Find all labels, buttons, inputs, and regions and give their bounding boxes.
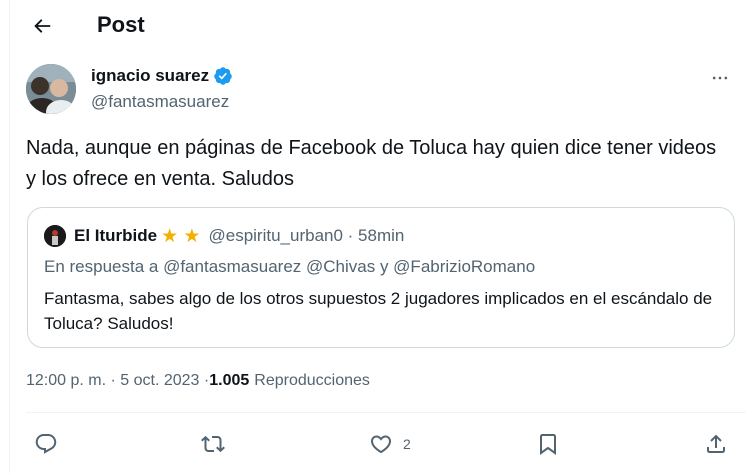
left-border: [9, 0, 10, 473]
post-header: Post: [10, 0, 755, 52]
repost-icon: [201, 435, 225, 453]
share-icon: [707, 434, 725, 453]
quote-avatar[interactable]: [44, 225, 66, 247]
post-meta: 12:00 p. m. · 5 oct. 2023 · 1.005 Reprod…: [26, 372, 370, 390]
back-button[interactable]: [26, 10, 58, 42]
bookmark-button[interactable]: [536, 424, 560, 464]
quote-author-name[interactable]: El Iturbide: [74, 226, 157, 246]
author-handle[interactable]: @fantasmasuarez: [91, 92, 229, 112]
quote-star-badges: ★ ★: [161, 225, 201, 247]
reply-button[interactable]: [34, 424, 58, 464]
more-options-button[interactable]: [708, 66, 732, 90]
post-author: ignacio suarez @fantasmasuarez: [26, 64, 746, 116]
avatar-photo-icon: [26, 64, 76, 114]
repost-button[interactable]: [201, 424, 225, 464]
post-text: Nada, aunque en páginas de Facebook de T…: [26, 137, 717, 190]
reply-icon: [35, 434, 57, 454]
more-dots-icon: [712, 76, 728, 80]
page-title: Post: [97, 12, 145, 37]
quote-avatar-photo-icon: [44, 225, 66, 247]
quote-handle-time: @espiritu_urban0 · 58min: [208, 226, 405, 245]
like-count: 2: [403, 436, 411, 452]
views-count: 1.005: [209, 372, 250, 389]
author-name[interactable]: ignacio suarez: [91, 66, 209, 86]
back-arrow-icon: [34, 19, 51, 33]
post-timestamp[interactable]: 12:00 p. m. · 5 oct. 2023 ·: [26, 372, 209, 390]
divider: [26, 412, 746, 413]
heart-icon: [370, 435, 392, 454]
quote-text: Fantasma, sabes algo de los otros supues…: [44, 289, 713, 333]
avatar[interactable]: [26, 64, 76, 114]
quoted-post[interactable]: El Iturbide ★ ★ @espiritu_urban0 · 58min…: [27, 207, 735, 348]
like-button[interactable]: 2: [369, 424, 411, 464]
quote-reply-to: En respuesta a @fantasmasuarez @Chivas y…: [44, 257, 536, 276]
verified-badge-icon: [214, 67, 232, 85]
share-button[interactable]: [704, 424, 728, 464]
action-bar: 2: [26, 424, 746, 464]
bookmark-icon: [540, 434, 556, 455]
views-label: Reproducciones: [254, 372, 370, 389]
